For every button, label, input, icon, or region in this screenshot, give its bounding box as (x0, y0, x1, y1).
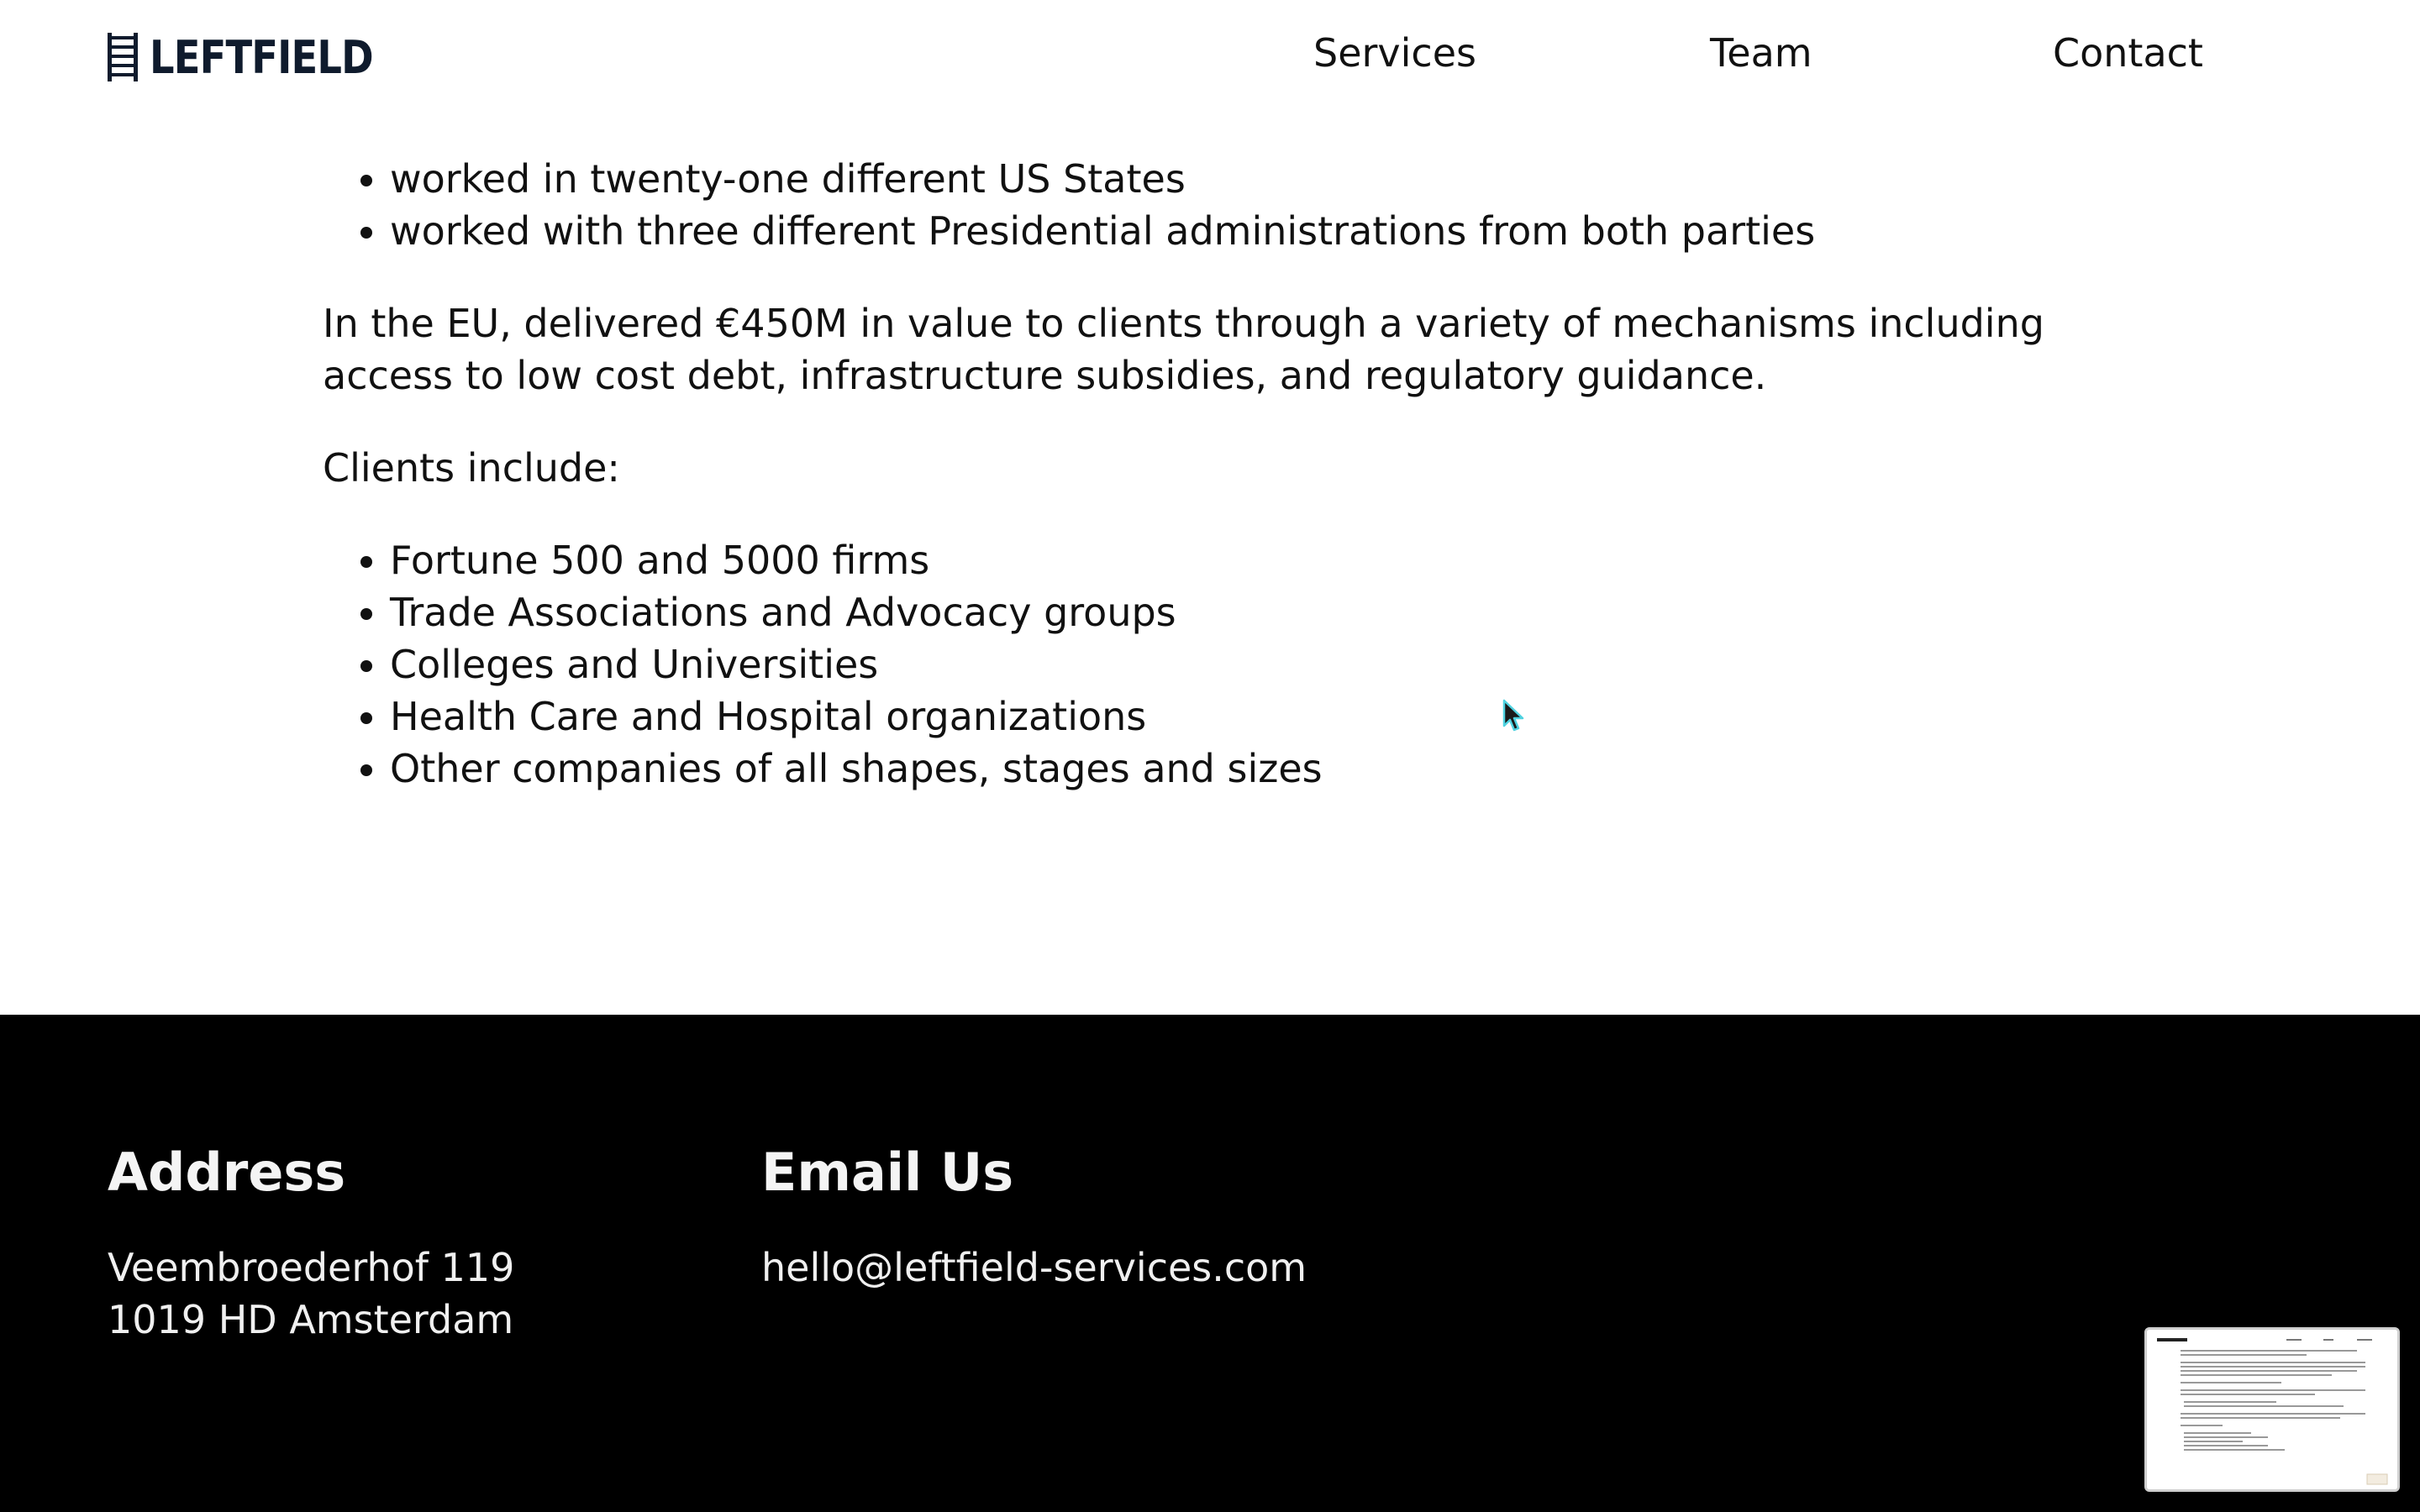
eu-paragraph: In the EU, delivered €450M in value to c… (323, 301, 2044, 398)
nav-services-link[interactable]: Services (1313, 30, 1476, 84)
clients-list: Fortune 500 and 5000 firms Trade Associa… (323, 534, 2087, 795)
address-line-2: 1019 HD Amsterdam (108, 1297, 514, 1342)
address-heading: Address (108, 1142, 346, 1203)
mouse-pointer-icon (1502, 699, 1524, 732)
clients-intro: Clients include: (323, 445, 620, 491)
list-item: worked with three different Presidential… (390, 205, 2087, 257)
list-item: Fortune 500 and 5000 firms (390, 534, 2087, 586)
list-item: worked in twenty-one different US States (390, 153, 2087, 205)
email-heading: Email Us (761, 1142, 1014, 1203)
main-content: worked in twenty-one different US States… (323, 153, 2087, 795)
states-list: worked in twenty-one different US States… (323, 153, 2087, 257)
page-thumbnail-preview[interactable] (2144, 1327, 2400, 1492)
list-item: Colleges and Universities (390, 638, 2087, 690)
address-line-1: Veembroederhof 119 (108, 1245, 515, 1290)
list-item: Other companies of all shapes, stages an… (390, 743, 2087, 795)
list-item: Health Care and Hospital organizations (390, 690, 2087, 743)
email-section: Email Us hello@leftfield-services.com (761, 1139, 1307, 1294)
list-item: Trade Associations and Advocacy groups (390, 586, 2087, 638)
nav-team-link[interactable]: Team (1710, 30, 1812, 84)
address-section: Address Veembroederhof 119 1019 HD Amste… (108, 1139, 514, 1346)
logo[interactable]: LEFTFIELD (106, 30, 409, 84)
site-header: LEFTFIELD Services Team Contact (0, 0, 2420, 118)
site-footer: Address Veembroederhof 119 1019 HD Amste… (0, 1015, 2420, 1512)
logo-text: LEFTFIELD (150, 30, 374, 84)
ladder-icon (108, 33, 138, 81)
email-link[interactable]: hello@leftfield-services.com (761, 1245, 1307, 1290)
nav-contact-link[interactable]: Contact (2053, 30, 2203, 84)
